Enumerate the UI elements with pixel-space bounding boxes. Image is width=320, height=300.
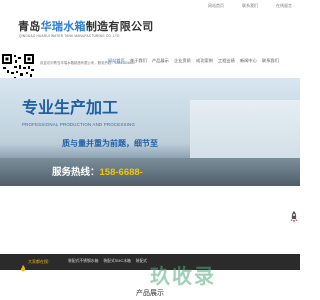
nav-item-projects[interactable]: 工程业绩	[218, 56, 235, 66]
company-name-cn: 青岛华瑞水箱制造有限公司	[18, 18, 154, 34]
banner-ground	[0, 158, 300, 186]
banner-slogan-secondary: 质与量并重为前题，细节至	[62, 139, 158, 148]
banner-slogan-main: 专业生产加工	[22, 100, 119, 117]
main-nav: 网站首页 关于我们 产品展示 企业资质 成功案例 工程业绩 新闻中心 联系我们	[108, 56, 300, 66]
top-bar: 网站首页 联系我们 在线留言	[0, 0, 300, 13]
top-links: 网站首页 联系我们 在线留言	[208, 3, 292, 9]
hot-search-link[interactable]: 装配式	[136, 259, 147, 264]
hot-search-label: 大家都在搜：	[28, 259, 52, 264]
nav-item-news[interactable]: 新闻中心	[240, 56, 257, 66]
nav-item-about[interactable]: 关于我们	[130, 56, 147, 66]
section-title-products: 产品展示	[136, 290, 164, 297]
hot-search-links: 装配式不锈钢水箱 装配式SMC水箱 装配式	[68, 259, 147, 264]
company-name-part-city: 青岛	[18, 21, 41, 33]
hero-banner[interactable]: 专业生产加工 PROFESSIONAL PRODUCTION AND PROCE…	[0, 78, 300, 186]
top-link-contact[interactable]: 联系我们	[242, 3, 258, 9]
top-link-message[interactable]: 在线留言	[276, 3, 292, 9]
nav-item-home[interactable]: 网站首页	[108, 56, 125, 66]
company-name-part-type: 制造有限公司	[85, 21, 154, 33]
banner-phone: 服务热线：158-6688-	[52, 164, 143, 178]
rocket-up-icon[interactable]	[288, 210, 300, 224]
banner-building	[190, 100, 300, 160]
banner-phone-number: 158-6688-	[99, 167, 143, 178]
nav-item-cases[interactable]: 成功案例	[196, 56, 213, 66]
banner-phone-label: 服务热线：	[52, 167, 100, 178]
banner-slogan-en: PROFESSIONAL PRODUCTION AND PROCESSING	[22, 122, 136, 127]
company-name-en: QINGDAO HUARUI WATER TANK MANUFACTURING …	[19, 34, 121, 38]
nav-item-contact[interactable]: 联系我们	[262, 56, 279, 66]
hot-search-link[interactable]: 装配式不锈钢水箱	[68, 259, 98, 264]
top-link-home[interactable]: 网站首页	[208, 3, 224, 9]
nav-item-products[interactable]: 产品展示	[152, 56, 169, 66]
hot-search-link[interactable]: 装配式SMC水箱	[103, 259, 130, 264]
fire-icon	[20, 259, 26, 277]
watermark-text: 玖收录	[150, 266, 216, 288]
nav-item-qualification[interactable]: 企业资质	[174, 56, 191, 66]
company-logo[interactable]: 青岛华瑞水箱制造有限公司 QINGDAO HUARUI WATER TANK M…	[18, 14, 168, 44]
company-name-part-brand: 华瑞水箱	[40, 21, 86, 33]
